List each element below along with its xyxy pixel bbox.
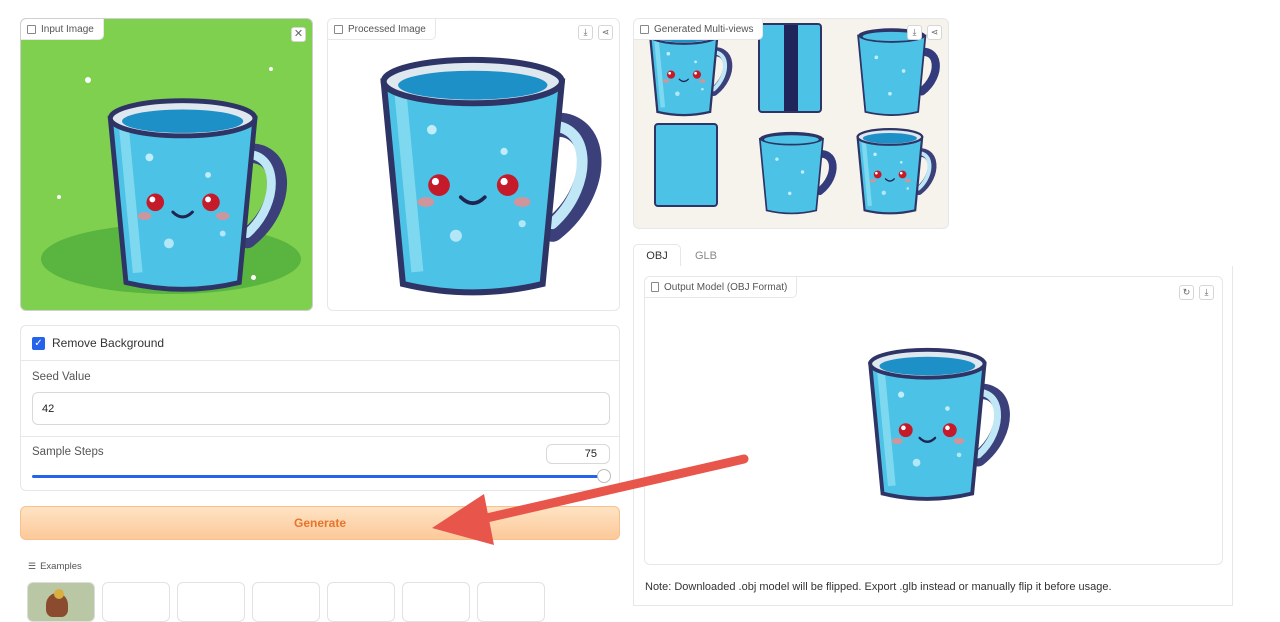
annotation-arrow xyxy=(432,454,749,545)
processed-image-label: Processed Image xyxy=(328,19,436,40)
image-icon xyxy=(640,24,649,34)
image-icon xyxy=(334,24,343,34)
input-image-label: Input Image xyxy=(21,19,104,40)
close-icon[interactable]: ✕ xyxy=(291,27,306,42)
multiview-label: Generated Multi-views xyxy=(634,19,764,40)
download-icon[interactable]: ⤓ xyxy=(578,25,593,40)
file-icon xyxy=(651,282,659,292)
share-icon[interactable]: ⋖ xyxy=(598,25,613,40)
image-icon xyxy=(27,24,36,34)
reset-icon[interactable]: ↻ xyxy=(1179,285,1194,300)
output-model-label: Output Model (OBJ Format) xyxy=(645,277,798,298)
download-icon[interactable]: ⤓ xyxy=(1199,285,1214,300)
share-icon[interactable]: ⋖ xyxy=(927,25,942,40)
download-icon[interactable]: ⤓ xyxy=(907,25,922,40)
